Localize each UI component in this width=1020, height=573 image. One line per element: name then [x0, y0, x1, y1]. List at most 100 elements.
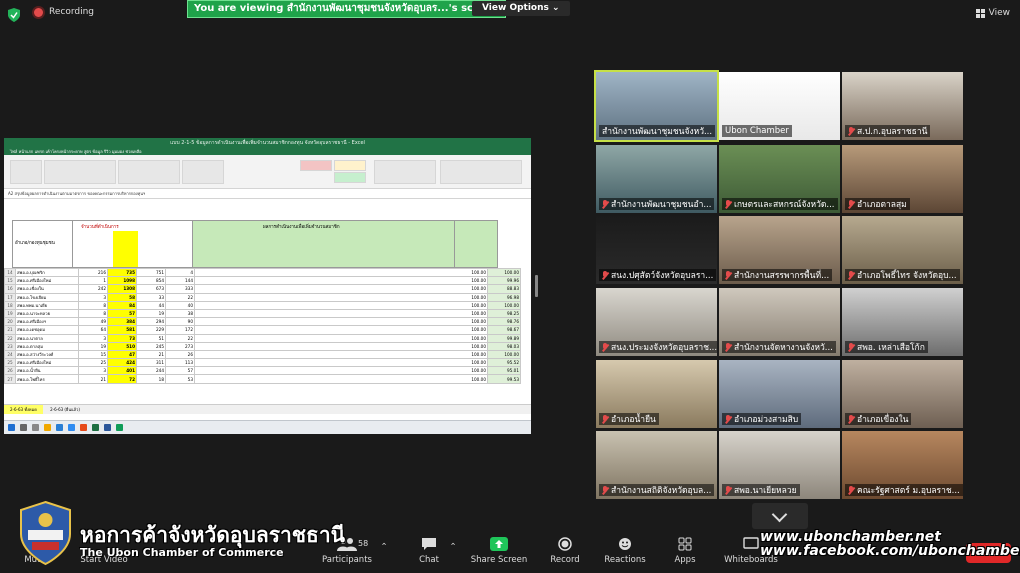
- cell-value[interactable]: 21: [78, 374, 108, 384]
- cell-value[interactable]: 58: [107, 292, 137, 302]
- district-name[interactable]: สพอ.อ.ศรีเมืองใหม่: [15, 358, 79, 368]
- cell-value[interactable]: 172: [165, 325, 195, 335]
- word-icon[interactable]: [104, 424, 111, 431]
- cell-value[interactable]: 8: [78, 308, 108, 319]
- district-name[interactable]: สพอ.อ.น้ำยืน: [15, 366, 79, 376]
- participant-tile[interactable]: อำเภอเขื่องใน: [842, 360, 963, 428]
- row-number[interactable]: 25: [4, 358, 16, 368]
- participant-tile[interactable]: สพอ.นาเยียหลวย: [719, 431, 840, 499]
- cell-value[interactable]: 38: [165, 308, 195, 319]
- participant-tile[interactable]: เกษตรและสหกรณ์จังหวัด...: [719, 145, 840, 213]
- sheet-tab-submitted[interactable]: 2-6-63 (ยื่นแล้ว): [44, 405, 86, 414]
- cell-value[interactable]: 72: [107, 374, 137, 384]
- district-name[interactable]: สพอ.อ.นาตาล: [15, 333, 79, 343]
- cell-value[interactable]: 854: [136, 276, 166, 286]
- cell-value[interactable]: 19: [78, 341, 108, 351]
- row-number[interactable]: 22: [4, 333, 16, 343]
- cell-value[interactable]: 100.00: [194, 374, 488, 384]
- file-explorer-icon[interactable]: [44, 424, 51, 431]
- row-number[interactable]: 14: [4, 267, 16, 278]
- cell-value[interactable]: 1: [78, 276, 108, 286]
- participant-tile[interactable]: อำเภอโพธิ์ไทร จังหวัดอุบ...: [842, 216, 963, 284]
- cell-value[interactable]: 53: [165, 374, 195, 384]
- district-name[interactable]: สพอ.อ.ศรีเมืองใหม่: [15, 276, 79, 286]
- cell-value[interactable]: 113: [165, 358, 195, 368]
- district-name[interactable]: สพอ.อ.เดชอุดม: [15, 325, 79, 335]
- reactions-button[interactable]: Reactions: [603, 537, 647, 565]
- cell-value[interactable]: 18: [136, 374, 166, 384]
- cell-value[interactable]: 44: [136, 300, 166, 310]
- powerpoint-icon[interactable]: [80, 424, 87, 431]
- participants-options-caret[interactable]: ⌃: [379, 542, 389, 552]
- cell-value[interactable]: 33: [136, 292, 166, 302]
- district-name[interactable]: สพอ.อ.ตาลสุม: [15, 341, 79, 351]
- cell-value[interactable]: 3: [78, 333, 108, 343]
- cell-value[interactable]: 100.00: [194, 284, 488, 294]
- row-number[interactable]: 27: [4, 374, 16, 384]
- cell-value[interactable]: 25: [78, 358, 108, 368]
- district-name[interactable]: สพอ.อ.โพธิ์ไทร: [15, 374, 79, 384]
- participant-tile[interactable]: อำเภอม่วงสามสิบ: [719, 360, 840, 428]
- cell-value[interactable]: 88.83: [487, 284, 521, 294]
- cell-value[interactable]: 273: [165, 341, 195, 351]
- recording-indicator[interactable]: Recording: [34, 7, 94, 17]
- cell-value[interactable]: 19: [136, 308, 166, 319]
- cell-value[interactable]: 100.00: [194, 333, 488, 343]
- participant-tile[interactable]: สนง.ปศุสัตว์จังหวัดอุบลรา...: [596, 216, 717, 284]
- cell-value[interactable]: 510: [107, 341, 137, 351]
- cell-value[interactable]: 100.00: [194, 358, 488, 368]
- cell-value[interactable]: 244: [136, 366, 166, 376]
- shared-screen[interactable]: แบบ 2-1-5 ข้อมูลการดำเนินงานเพื่อเพิ่มจำ…: [4, 138, 531, 434]
- cell-value[interactable]: 99.53: [487, 374, 521, 384]
- cell-value[interactable]: 100.00: [487, 300, 521, 310]
- formula-bar[interactable]: A2 สรุปข้อมูลผลการดำเนินงานตามมาตรการ ขอ…: [4, 189, 531, 199]
- chat-options-caret[interactable]: ⌃: [448, 542, 458, 552]
- cell-value[interactable]: 57: [165, 366, 195, 376]
- cell-value[interactable]: 100.00: [194, 300, 488, 310]
- cell-value[interactable]: 15: [78, 349, 108, 360]
- cell-value[interactable]: 51: [136, 333, 166, 343]
- task-view-icon[interactable]: [32, 424, 39, 431]
- cell-value[interactable]: 8: [78, 300, 108, 310]
- participant-tile[interactable]: สนง.ประมงจังหวัดอุบลราช...: [596, 288, 717, 356]
- excel-icon[interactable]: [92, 424, 99, 431]
- row-number[interactable]: 24: [4, 349, 16, 360]
- cell-value[interactable]: 95.01: [487, 366, 521, 376]
- windows-start-icon[interactable]: [8, 424, 15, 431]
- cell-value[interactable]: 100.00: [487, 267, 521, 278]
- cell-value[interactable]: 47: [107, 349, 137, 360]
- participant-tile[interactable]: อำเภอน้ำยืน: [596, 360, 717, 428]
- cell-value[interactable]: 751: [136, 267, 166, 278]
- row-number[interactable]: 21: [4, 325, 16, 335]
- gallery-scroll-down-button[interactable]: [752, 503, 808, 529]
- cell-value[interactable]: 98.67: [487, 325, 521, 335]
- security-shield-icon[interactable]: [8, 8, 20, 22]
- cell-value[interactable]: 401: [107, 366, 137, 376]
- edge-icon[interactable]: [56, 424, 63, 431]
- cell-value[interactable]: 673: [136, 284, 166, 294]
- cell-value[interactable]: 98.03: [487, 341, 521, 351]
- cell-value[interactable]: 100.00: [487, 349, 521, 360]
- cell-value[interactable]: 3: [78, 292, 108, 302]
- cell-value[interactable]: 242: [78, 284, 108, 294]
- row-number[interactable]: 16: [4, 284, 16, 294]
- cell-value[interactable]: 49: [78, 317, 108, 327]
- cell-value[interactable]: 735: [107, 267, 137, 278]
- row-number[interactable]: 19: [4, 308, 16, 319]
- cell-value[interactable]: 1098: [107, 276, 137, 286]
- cell-value[interactable]: 99.96: [487, 276, 521, 286]
- cell-value[interactable]: 99.89: [487, 333, 521, 343]
- view-button[interactable]: View: [975, 8, 1010, 18]
- cell-value[interactable]: 1308: [107, 284, 137, 294]
- cell-value[interactable]: 100.00: [194, 341, 488, 351]
- cell-value[interactable]: 581: [107, 325, 137, 335]
- cell-value[interactable]: 40: [165, 300, 195, 310]
- cell-value[interactable]: 100.00: [194, 267, 488, 278]
- participant-tile[interactable]: ส.ป.ก.อุบลราชธานี: [842, 72, 963, 140]
- cell-value[interactable]: 3: [78, 366, 108, 376]
- row-number[interactable]: 18: [4, 300, 16, 310]
- row-number[interactable]: 20: [4, 317, 16, 327]
- cell-value[interactable]: 57: [107, 308, 137, 319]
- cell-value[interactable]: 22: [165, 292, 195, 302]
- cell-value[interactable]: 229: [136, 325, 166, 335]
